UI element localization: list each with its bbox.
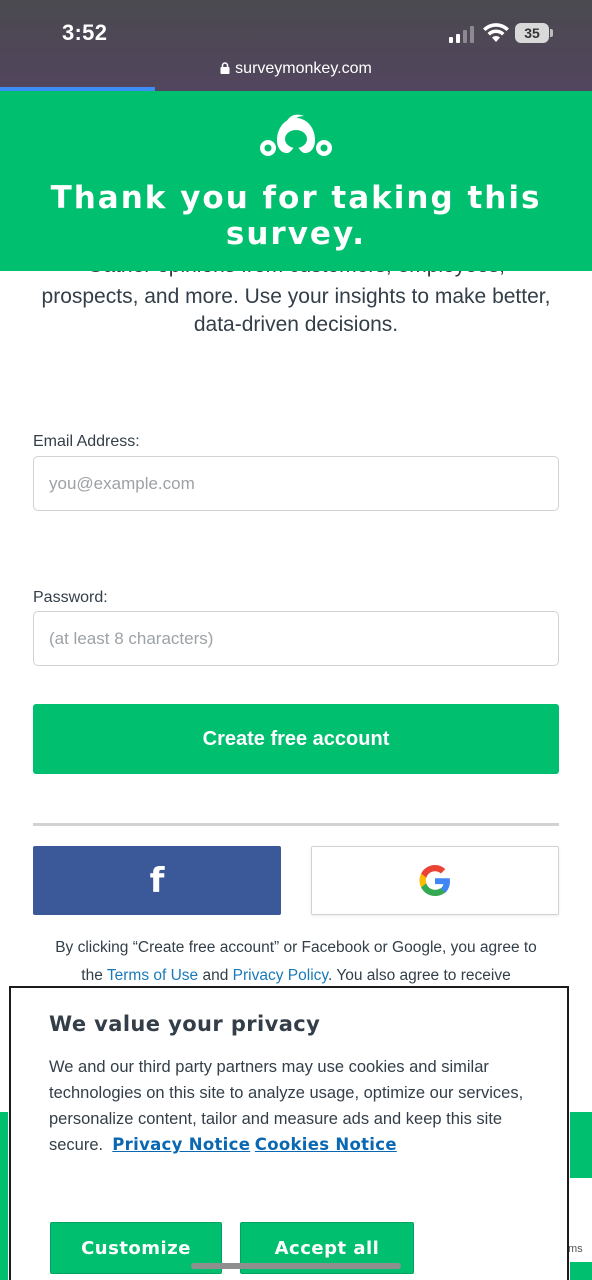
browser-top-bar: 3:52 35 surveymonkey.com [0,0,592,91]
legal-text: By clicking “Create free account” or Fac… [30,934,562,990]
email-label: Email Address: [33,433,140,450]
thank-you-title: Thank you for taking this survey. [50,180,542,252]
google-icon [419,864,450,896]
privacy-title: We value your privacy [49,1012,321,1036]
lock-icon [220,62,230,74]
wifi-icon [483,23,509,42]
intro-text: prospects, and more. Use your insights t… [41,285,551,336]
underlay-green-left [0,1112,8,1280]
password-field[interactable] [33,611,559,666]
battery-icon: 35 [515,23,553,43]
status-time: 3:52 [62,20,108,45]
battery-level: 35 [515,23,549,43]
underlay-partial-text: ms [568,1243,583,1255]
google-signup-button[interactable] [311,846,559,915]
url-text: surveymonkey.com [235,60,372,77]
underlay-green-right [570,1112,592,1178]
create-account-button[interactable]: Create free account [33,704,559,774]
privacy-body: We and our third party partners may use … [49,1058,524,1154]
url-bar[interactable]: surveymonkey.com [0,60,592,78]
signal-icon [449,25,477,43]
privacy-policy-link[interactable]: Privacy Policy [233,967,328,984]
legal-line-1: By clicking “Create free account” or Fac… [55,939,537,956]
divider [33,823,559,826]
terms-of-use-link[interactable]: Terms of Use [107,967,198,984]
underlay-green-right-lower [570,1262,592,1280]
surveymonkey-logo-icon [260,114,332,156]
facebook-signup-button[interactable]: f [33,846,281,915]
password-label: Password: [33,589,108,606]
privacy-notice-link[interactable]: Privacy Notice [112,1135,250,1154]
cookies-notice-link[interactable]: Cookies Notice [255,1135,397,1154]
privacy-dialog: We value your privacy We and our third p… [9,986,569,1280]
home-indicator[interactable] [191,1263,401,1269]
facebook-icon: f [149,860,165,901]
email-field[interactable] [33,456,559,511]
